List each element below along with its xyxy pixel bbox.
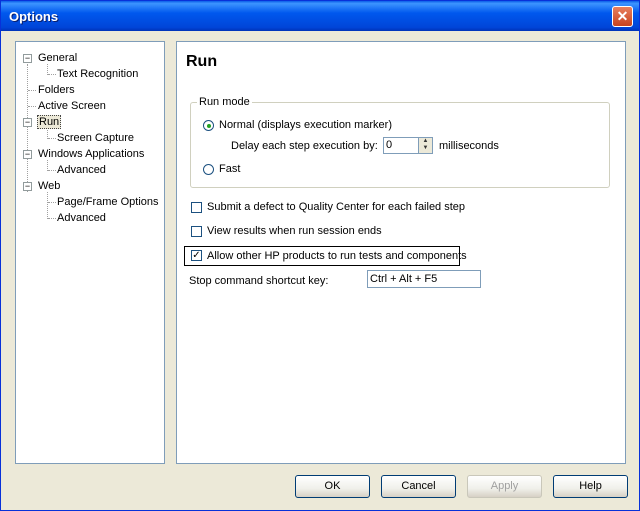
tree-line	[28, 106, 36, 107]
view-results-label[interactable]: View results when run session ends	[207, 225, 382, 237]
tree-item-web-advanced[interactable]: Advanced	[57, 211, 106, 226]
tree-item-web[interactable]: Web	[38, 179, 60, 194]
tree-item-screen-capture[interactable]: Screen Capture	[57, 131, 134, 146]
delay-input[interactable]: 0	[383, 137, 419, 154]
tree-line	[48, 74, 56, 75]
tree-item-general[interactable]: General	[38, 51, 77, 66]
tree-item-folders[interactable]: Folders	[38, 83, 75, 98]
run-mode-label: Run mode	[197, 96, 252, 108]
spin-down-icon[interactable]: ▼	[419, 145, 432, 152]
cancel-button[interactable]: Cancel	[381, 475, 456, 498]
submit-defect-checkbox[interactable]	[191, 202, 202, 213]
run-settings-panel: Run Run mode Normal (displays execution …	[176, 41, 626, 464]
delay-label: Delay each step execution by:	[231, 140, 378, 152]
tree-line	[48, 218, 56, 219]
normal-mode-radio[interactable]	[203, 120, 214, 131]
stop-shortcut-field[interactable]: Ctrl + Alt + F5	[367, 270, 481, 288]
allow-hp-label[interactable]: Allow other HP products to run tests and…	[207, 250, 467, 262]
view-results-checkbox[interactable]	[191, 226, 202, 237]
ok-button[interactable]: OK	[295, 475, 370, 498]
submit-defect-label[interactable]: Submit a defect to Quality Center for ea…	[207, 201, 465, 213]
fast-mode-radio[interactable]	[203, 164, 214, 175]
collapse-windows-applications-icon[interactable]: −	[23, 150, 32, 159]
delay-unit-label: milliseconds	[439, 140, 499, 152]
tree-line	[48, 170, 56, 171]
stop-shortcut-label: Stop command shortcut key:	[189, 275, 329, 287]
tree-line	[28, 90, 36, 91]
check-icon: ✓	[192, 250, 201, 261]
spin-up-icon[interactable]: ▲	[419, 138, 432, 145]
collapse-general-icon[interactable]: −	[23, 54, 32, 63]
title-bar[interactable]: Options ✕	[1, 1, 639, 31]
run-mode-group: Run mode Normal (displays execution mark…	[190, 96, 610, 188]
tree-item-page-frame-options[interactable]: Page/Frame Options	[57, 195, 159, 210]
tree-line	[27, 64, 28, 192]
close-icon: ✕	[616, 8, 629, 24]
tree-line	[47, 192, 48, 219]
tree-item-windows-advanced[interactable]: Advanced	[57, 163, 106, 178]
close-button[interactable]: ✕	[612, 6, 633, 27]
tree-line	[48, 138, 56, 139]
tree-item-windows-applications[interactable]: Windows Applications	[38, 147, 144, 162]
tree-line	[48, 202, 56, 203]
normal-mode-label[interactable]: Normal (displays execution marker)	[219, 119, 392, 131]
help-button[interactable]: Help	[553, 475, 628, 498]
collapse-run-icon[interactable]: −	[23, 118, 32, 127]
tree-item-text-recognition[interactable]: Text Recognition	[57, 67, 138, 82]
options-tree: − General Text Recognition Folders Activ…	[15, 41, 165, 464]
fast-mode-label[interactable]: Fast	[219, 163, 240, 175]
tree-item-active-screen[interactable]: Active Screen	[38, 99, 106, 114]
tree-item-run[interactable]: Run	[37, 115, 62, 130]
collapse-web-icon[interactable]: −	[23, 182, 32, 191]
window-title: Options	[9, 9, 59, 24]
delay-stepper[interactable]: ▲ ▼	[418, 137, 433, 154]
page-title: Run	[186, 53, 218, 70]
options-dialog: Options ✕ − General Text Recognition Fol…	[0, 0, 640, 511]
apply-button[interactable]: Apply	[467, 475, 542, 498]
allow-hp-checkbox[interactable]: ✓	[191, 250, 202, 261]
